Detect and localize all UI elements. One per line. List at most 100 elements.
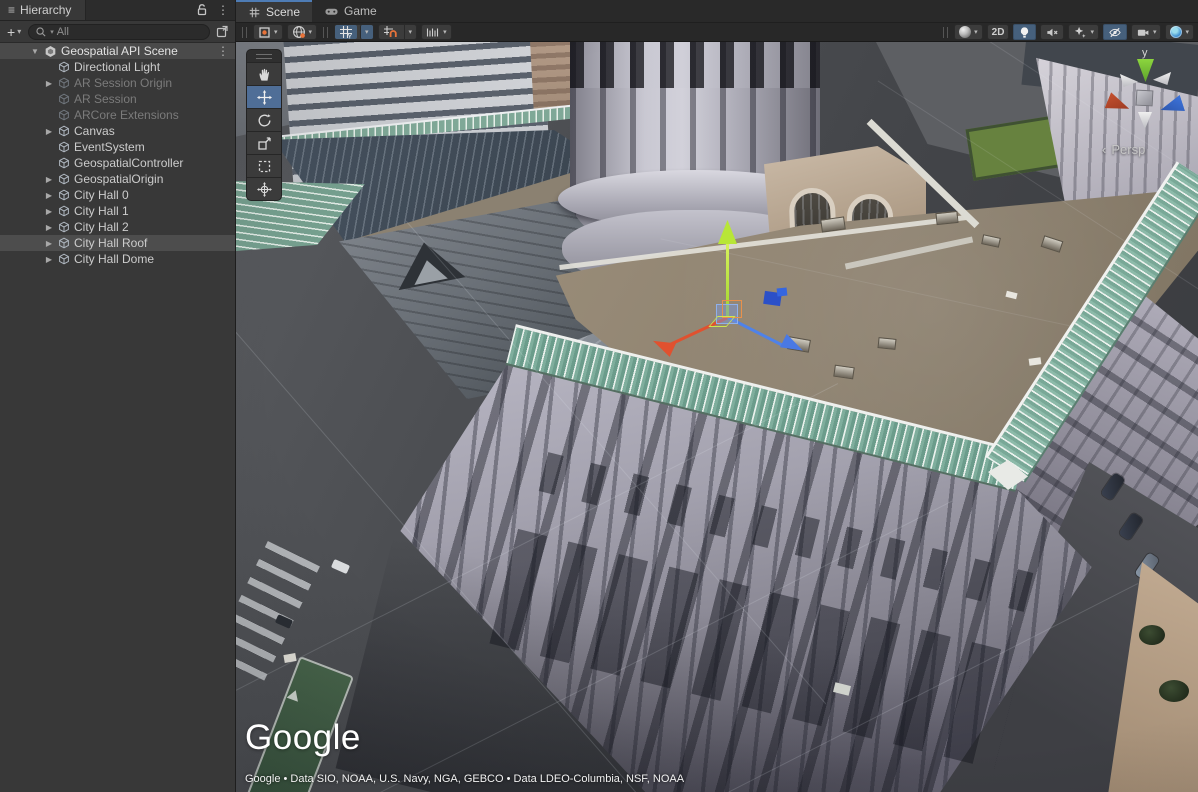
gameobject-icon <box>58 125 70 137</box>
gizmo-neg-axis-cone[interactable] <box>1153 72 1171 85</box>
snap-magnet-icon <box>383 25 397 39</box>
hierarchy-item[interactable]: ▶ARCore Extensions <box>0 107 235 123</box>
toolbar-drag-handle[interactable] <box>323 27 328 38</box>
chevron-down-icon: ▾ <box>409 28 413 36</box>
hierarchy-item[interactable]: ▶City Hall 2 <box>0 219 235 235</box>
effects-button[interactable]: ▾ <box>1068 24 1099 40</box>
persp-label: Persp <box>1111 142 1145 157</box>
search-input[interactable]: ▾ All <box>28 24 210 40</box>
hierarchy-item-label: GeospatialController <box>74 156 183 170</box>
toolbar-drag-handle[interactable] <box>242 27 247 38</box>
foldout-icon[interactable]: ▶ <box>44 191 54 200</box>
snap-settings-button[interactable]: ▾ <box>378 24 418 40</box>
camera-settings-button[interactable]: ▾ <box>1131 24 1162 40</box>
scene-header-row[interactable]: ▼ Geospatial API Scene ⋮ <box>0 43 235 59</box>
hierarchy-item-label: ARCore Extensions <box>74 108 179 122</box>
map-attribution: Google • Data SIO, NOAA, U.S. Navy, NGA,… <box>245 773 684 785</box>
gameobject-icon <box>58 237 70 249</box>
gizmo-z-axis-cone[interactable] <box>1158 95 1185 118</box>
snap-toggle[interactable] <box>379 25 401 39</box>
tab-hierarchy[interactable]: ≡ Hierarchy <box>0 0 86 20</box>
panel-menu-icon[interactable]: ⋮ <box>217 4 229 16</box>
hierarchy-item-label: Directional Light <box>74 60 160 74</box>
snap-options-dropdown[interactable]: ▾ <box>404 25 417 39</box>
gameobject-icon <box>58 109 70 121</box>
gizmo-neg-axis-cone[interactable] <box>1138 112 1152 129</box>
audio-toggle-button[interactable] <box>1040 24 1064 40</box>
tab-game[interactable]: Game <box>312 0 389 22</box>
rect-tool-button[interactable] <box>247 154 281 177</box>
hierarchy-item[interactable]: ▶Directional Light <box>0 59 235 75</box>
search-placeholder: All <box>57 26 69 38</box>
hierarchy-item-label: City Hall Roof <box>74 236 147 250</box>
chevron-down-icon: ▾ <box>17 27 21 36</box>
rotate-tool-button[interactable] <box>247 108 281 131</box>
2d-toggle-button[interactable]: 2D <box>987 24 1010 40</box>
hierarchy-item[interactable]: ▶City Hall 1 <box>0 203 235 219</box>
gameobject-icon <box>58 77 70 89</box>
move-tool-button[interactable] <box>247 85 281 108</box>
gameobject-icon <box>58 173 70 185</box>
search-icon <box>35 26 47 38</box>
transform-tool-button[interactable] <box>247 177 281 200</box>
gizmo-center-cube[interactable] <box>1136 90 1154 107</box>
chevron-down-icon: ▾ <box>274 28 278 36</box>
shading-mode-button[interactable]: ▾ <box>954 24 983 40</box>
foldout-icon[interactable]: ▶ <box>44 255 54 264</box>
svg-text:Y: Y <box>348 33 353 39</box>
scene-tabbar: Scene Game <box>236 0 1198 22</box>
axis-y-label: y <box>1142 47 1148 59</box>
unity-editor-window: ≡ Hierarchy ⋮ + ▾ ▾ All ▼ <box>0 0 1198 792</box>
scene-visibility-button[interactable] <box>1103 24 1127 40</box>
persp-arrow-icon: ‹ <box>1102 142 1106 157</box>
grid-visibility-button[interactable]: Y ▾ <box>334 24 374 40</box>
foldout-icon[interactable]: ▶ <box>44 207 54 216</box>
chevron-down-icon: ▾ <box>309 28 313 36</box>
hierarchy-item[interactable]: ▶EventSystem <box>0 139 235 155</box>
unlock-icon[interactable] <box>195 3 209 17</box>
hierarchy-tab-tools: ⋮ <box>189 0 235 20</box>
rotate-icon <box>257 113 272 128</box>
foldout-open-icon[interactable]: ▼ <box>30 47 40 56</box>
hierarchy-item[interactable]: ▶ City Hall 0 <box>0 187 235 203</box>
effects-icon <box>1073 26 1087 39</box>
hierarchy-item[interactable]: ▶AR Session <box>0 91 235 107</box>
game-tab-label: Game <box>344 4 377 18</box>
search-window-icon[interactable] <box>214 25 231 38</box>
scene-menu-icon[interactable]: ⋮ <box>217 45 229 57</box>
create-object-button[interactable]: + ▾ <box>4 24 24 40</box>
grid-toggle[interactable]: Y <box>335 25 357 39</box>
hierarchy-item-selected[interactable]: ▶ City Hall Roof <box>0 235 235 251</box>
foldout-icon[interactable]: ▶ <box>44 239 54 248</box>
hierarchy-item[interactable]: ▶AR Session Origin <box>0 75 235 91</box>
handle-orientation-button[interactable]: ▾ <box>287 24 318 40</box>
scale-tool-button[interactable] <box>247 131 281 154</box>
gizmo-x-axis-cone[interactable] <box>1105 92 1133 116</box>
foldout-icon[interactable]: ▶ <box>44 223 54 232</box>
scene-lighting-button[interactable] <box>1013 24 1036 40</box>
snap-increment-button[interactable]: ▾ <box>421 24 452 40</box>
overlay-drag-handle[interactable] <box>247 50 281 62</box>
gizmo-neg-axis-cone[interactable] <box>1120 74 1138 87</box>
view-orientation-gizmo[interactable]: y ‹ Persp <box>1096 50 1196 170</box>
chevron-down-icon: ▾ <box>974 28 978 36</box>
toolbar-drag-handle[interactable] <box>943 27 948 38</box>
hierarchy-item[interactable]: ▶Canvas <box>0 123 235 139</box>
hierarchy-item-label: AR Session <box>74 92 137 106</box>
foldout-icon[interactable]: ▶ <box>44 79 54 88</box>
grid-options-dropdown[interactable]: ▾ <box>360 25 373 39</box>
hierarchy-item-label: City Hall 0 <box>74 188 129 202</box>
tool-settings-button[interactable]: ▾ <box>253 24 283 40</box>
view-hand-tool-button[interactable] <box>247 62 281 85</box>
gizmos-button[interactable]: ▾ <box>1165 24 1194 40</box>
foldout-icon[interactable]: ▶ <box>44 127 54 136</box>
projection-toggle[interactable]: ‹ Persp <box>1102 142 1145 157</box>
hierarchy-list-icon: ≡ <box>8 3 15 17</box>
scene-viewport[interactable]: y ‹ Persp <box>236 42 1198 792</box>
hierarchy-item[interactable]: ▶GeospatialOrigin <box>0 171 235 187</box>
gizmo-y-axis-cone[interactable] <box>1137 59 1154 82</box>
foldout-icon[interactable]: ▶ <box>44 175 54 184</box>
hierarchy-item[interactable]: ▶City Hall Dome <box>0 251 235 267</box>
hierarchy-item[interactable]: ▶GeospatialController <box>0 155 235 171</box>
tab-scene[interactable]: Scene <box>236 0 312 22</box>
